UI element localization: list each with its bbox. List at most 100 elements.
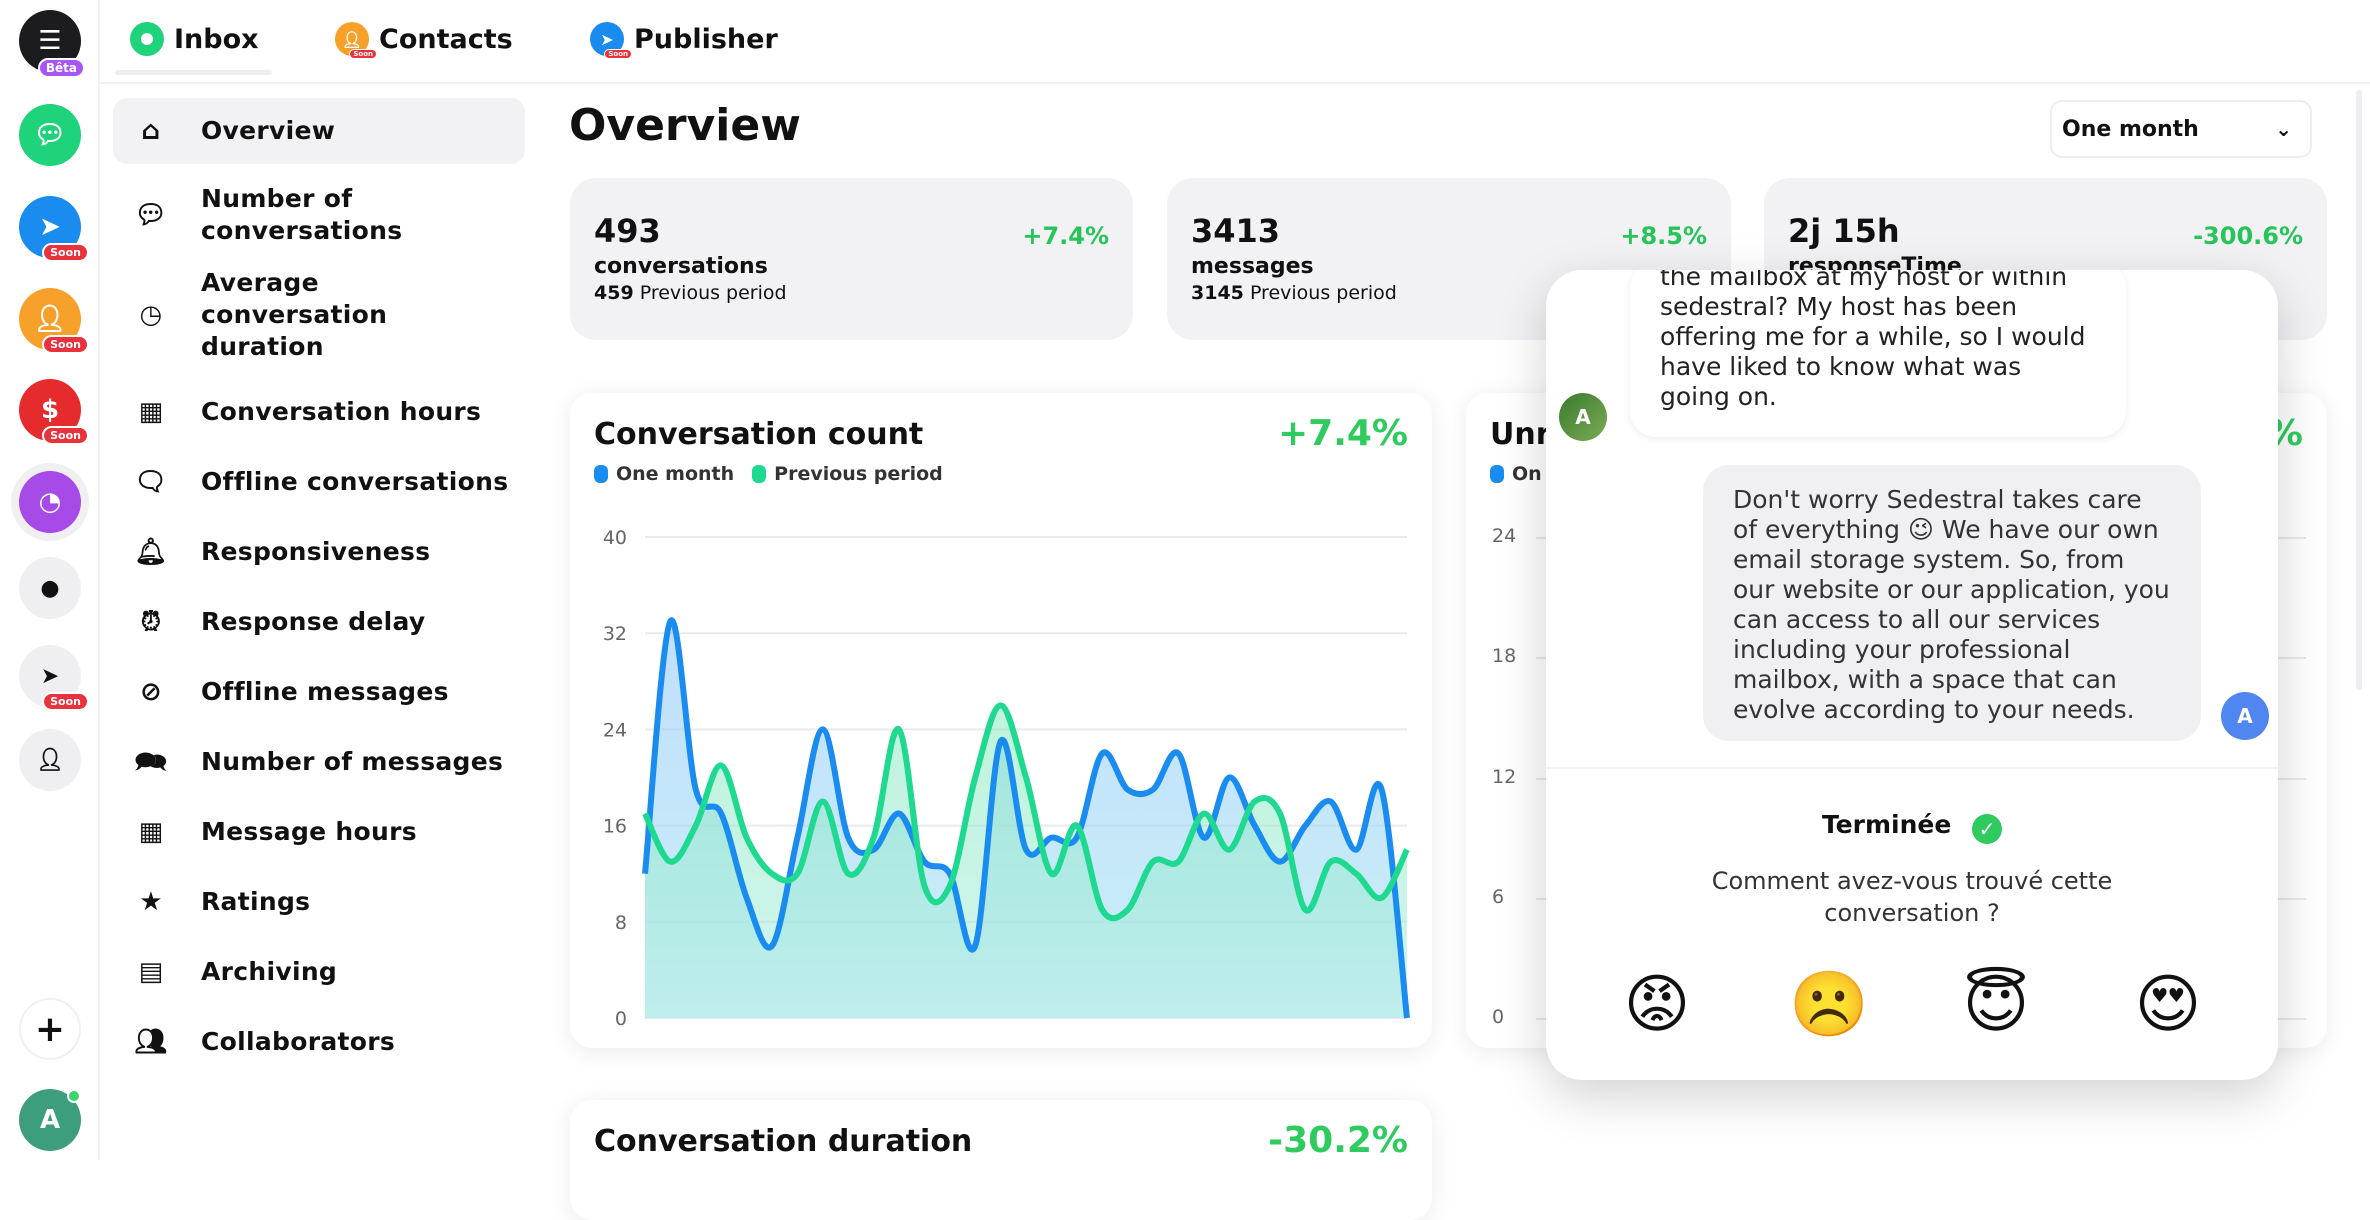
conversation-duration-card: Conversation duration -30.2% [570, 1100, 1432, 1220]
y-tick-label: 0 [1492, 1006, 1505, 1028]
add-button[interactable]: + [19, 998, 81, 1060]
divider [1546, 767, 2278, 769]
clock-icon: ◷ [139, 300, 163, 330]
pie-chart-icon: ◔ [38, 487, 62, 517]
paper-plane-icon: ➤ [39, 212, 61, 242]
sidebar-item-conversation-hours[interactable]: ▦ Conversation hours [113, 386, 525, 438]
user-stars-icon: ★ [139, 887, 163, 917]
chevron-down-icon: ⌄ [2275, 117, 2292, 141]
stat-label: messages [1191, 254, 1314, 279]
tab-contacts[interactable]: 👤︎ Soon Contacts [335, 22, 513, 59]
status-label: Terminée [1821, 810, 1952, 839]
soon-badge: Soon [42, 426, 89, 445]
user-icon: 👤︎ Soon [335, 22, 377, 59]
sidebar-item-response-delay[interactable]: ⏰︎ Response delay [113, 596, 525, 648]
rail-profile-button[interactable]: 👤︎ [19, 729, 81, 791]
stat-change: -300.6% [2193, 222, 2303, 250]
y-tick-label: 16 [603, 816, 627, 838]
sidebar-item-ratings[interactable]: ★ Ratings [113, 876, 525, 928]
chart-change: -30.2% [1268, 1120, 1408, 1161]
sidebar-item-label: Number of messages [201, 747, 504, 776]
chat-icon: ● [40, 575, 60, 601]
tab-inbox[interactable]: Inbox [130, 22, 259, 56]
chat-trend-icon: 🗪 [134, 747, 168, 777]
y-tick-label: 24 [603, 719, 627, 741]
agent-avatar: A [2221, 692, 2269, 740]
rating-question: Comment avez-vous trouvé cette conversat… [1711, 867, 2113, 927]
sidebar-item-average-conversation-duration[interactable]: ◷ Average conversation duration [113, 268, 525, 361]
chart-title: Unr [1490, 417, 1551, 452]
status-row: Terminée ✓ [1546, 810, 2278, 844]
tab-label: Inbox [174, 23, 259, 55]
avatar-initial: A [39, 1105, 61, 1135]
y-tick-label: 24 [1492, 525, 1517, 547]
home-user-icon: ⌂ [141, 116, 161, 146]
sidebar-item-responsiveness[interactable]: 🔔︎ Responsiveness [113, 526, 525, 578]
tab-publisher[interactable]: ➤ Soon Publisher [590, 22, 778, 59]
sidebar-item-label: Archiving [201, 957, 338, 986]
stat-previous: 459 Previous period [594, 282, 787, 304]
rating-angry-button[interactable]: 😡 [1617, 965, 1697, 1045]
user-avatar[interactable]: A [19, 1089, 81, 1151]
period-select-value: One month [2062, 116, 2199, 142]
stat-label: conversations [594, 254, 768, 279]
sidebar-item-overview[interactable]: ⌂ Overview [113, 98, 525, 164]
y-tick-label: 32 [603, 623, 627, 645]
soon-badge: Soon [349, 49, 377, 59]
rating-sad-button[interactable]: ☹️ [1789, 965, 1869, 1045]
top-nav: Inbox 👤︎ Soon Contacts ➤ Soon Publisher [100, 0, 2370, 84]
period-select[interactable]: One month ⌄ [2050, 100, 2312, 158]
stat-card-conversations: 493 conversations 459 Previous period +7… [570, 178, 1133, 340]
stat-value: 493 [594, 212, 661, 250]
rail-send-button[interactable]: ➤ Soon [19, 645, 89, 711]
sidebar-item-label: Responsiveness [201, 537, 431, 566]
rail-messages-button[interactable]: ● [19, 557, 81, 619]
sidebar-item-message-hours[interactable]: ▦ Message hours [113, 806, 525, 858]
stat-change: +8.5% [1620, 222, 1707, 250]
logo-icon: ☰ [38, 26, 62, 56]
incoming-message: the mailbox at my host or within sedestr… [1630, 270, 2126, 437]
rating-love-button[interactable]: 😍 [2128, 965, 2208, 1045]
sidebar-item-label: Number of conversations [201, 184, 403, 245]
chat-icon: 💬︎ [33, 120, 67, 150]
sidebar-item-label: Response delay [201, 607, 426, 636]
stat-value: 2j 15h [1788, 212, 1900, 250]
tab-label: Contacts [379, 23, 513, 55]
sidebar-item-offline-messages[interactable]: ⊘ Offline messages [113, 666, 525, 718]
rating-happy-button[interactable]: 😇 [1956, 965, 2036, 1045]
chat-x-icon: 🗨︎ [134, 467, 168, 497]
rail-inbox-button[interactable]: 💬︎ [19, 104, 81, 166]
online-status-dot [67, 1089, 81, 1103]
chart-legend: On [1490, 463, 1542, 485]
y-tick-label: 6 [1492, 885, 1505, 908]
sidebar-item-label: Ratings [201, 887, 311, 916]
soon-badge: Soon [604, 49, 632, 59]
y-tick-label: 40 [603, 527, 627, 549]
paper-plane-icon: ➤ [40, 663, 60, 689]
sidebar-item-number-of-conversations[interactable]: 💬︎ Number of conversations [113, 176, 525, 254]
rail-publisher-button[interactable]: ➤ Soon [19, 196, 89, 262]
tab-label: Publisher [634, 23, 778, 55]
page-title: Overview [569, 100, 801, 151]
rail-statistics-button[interactable]: ◔ [19, 471, 81, 533]
bell-icon: 🔔︎ [134, 537, 168, 567]
chart-title: Conversation duration [594, 1124, 973, 1159]
rail-billing-button[interactable]: $ Soon [19, 379, 89, 445]
sidebar-item-collaborators[interactable]: 👥︎ Collaborators [113, 1016, 525, 1068]
y-tick-label: 0 [615, 1008, 627, 1030]
sidebar-item-archiving[interactable]: ▤ Archiving [113, 946, 525, 998]
sidebar-item-offline-conversations[interactable]: 🗨︎ Offline conversations [113, 456, 525, 508]
sidebar-item-label: Offline messages [201, 677, 449, 706]
app-logo-button[interactable]: ☰ Bêta [19, 10, 85, 78]
beta-badge: Bêta [37, 58, 85, 78]
stat-previous: 3145 Previous period [1191, 282, 1397, 304]
y-tick-label: 12 [1492, 765, 1517, 788]
scrollbar[interactable] [2356, 90, 2362, 690]
alarm-icon: ⏰︎ [140, 607, 162, 637]
sidebar-item-label: Offline conversations [201, 467, 509, 496]
sidebar-item-label: Overview [201, 116, 336, 145]
rail-contacts-button[interactable]: 👤︎ Soon [19, 288, 89, 354]
sidebar-item-label: Average conversation duration [201, 268, 388, 361]
sidebar-item-number-of-messages[interactable]: 🗪 Number of messages [113, 736, 525, 788]
active-tab-indicator [115, 70, 272, 75]
